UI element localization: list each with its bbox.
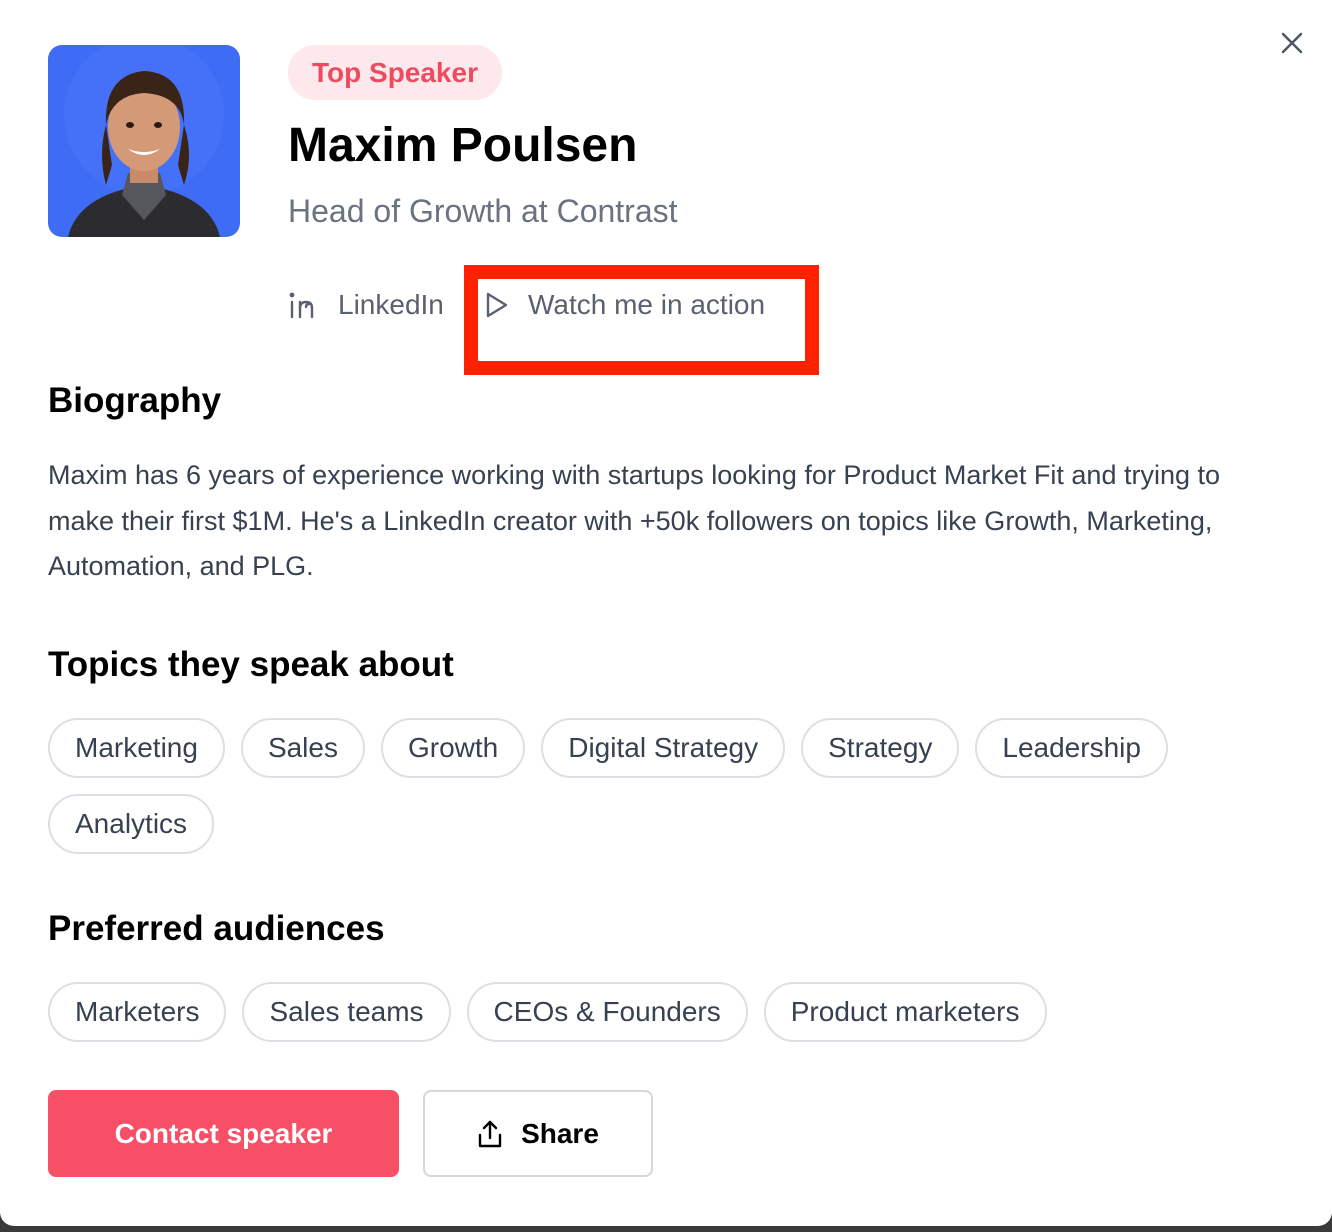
topics-list: Marketing Sales Growth Digital Strategy …	[48, 718, 1228, 854]
share-icon	[477, 1119, 503, 1149]
topic-chip-analytics[interactable]: Analytics	[48, 794, 215, 854]
contact-speaker-label: Contact speaker	[114, 1117, 333, 1149]
share-button[interactable]: Share	[423, 1090, 653, 1177]
audiences-heading: Preferred audiences	[48, 909, 385, 948]
play-icon	[484, 291, 510, 319]
topic-chip-strategy[interactable]: Strategy	[801, 718, 960, 778]
audience-chip-product-marketers[interactable]: Product marketers	[763, 982, 1047, 1042]
topic-chip-sales[interactable]: Sales	[240, 718, 365, 778]
speaker-avatar	[48, 45, 240, 237]
audiences-list: Marketers Sales teams CEOs & Founders Pr…	[48, 982, 1288, 1042]
watch-me-in-action-link[interactable]: Watch me in action	[484, 280, 765, 330]
biography-heading: Biography	[48, 381, 222, 420]
watch-me-in-action-label: Watch me in action	[528, 289, 766, 320]
audience-chip-marketers[interactable]: Marketers	[48, 982, 227, 1042]
biography-text: Maxim has 6 years of experience working …	[48, 460, 1221, 581]
speaker-name: Maxim Poulsen	[288, 119, 638, 172]
speaker-modal: Top Speaker Maxim Poulsen Head of Growth…	[0, 0, 1332, 1226]
close-icon	[1281, 32, 1303, 59]
linkedin-label: LinkedIn	[338, 289, 444, 320]
linkedin-icon	[288, 290, 320, 320]
speaker-job-title: Head of Growth at Contrast	[288, 193, 678, 229]
topic-chip-marketing[interactable]: Marketing	[48, 718, 225, 778]
close-button[interactable]	[1272, 25, 1312, 65]
topic-chip-growth[interactable]: Growth	[380, 718, 526, 778]
topics-heading: Topics they speak about	[48, 645, 454, 684]
share-label: Share	[521, 1117, 599, 1149]
linkedin-link[interactable]: LinkedIn	[288, 280, 444, 330]
audience-chip-sales-teams[interactable]: Sales teams	[242, 982, 451, 1042]
topic-chip-digital-strategy[interactable]: Digital Strategy	[541, 718, 786, 778]
topic-chip-leadership[interactable]: Leadership	[975, 718, 1168, 778]
audience-chip-ceos-founders[interactable]: CEOs & Founders	[466, 982, 748, 1042]
contact-speaker-button[interactable]: Contact speaker	[48, 1090, 399, 1177]
top-speaker-badge: Top Speaker	[288, 45, 502, 100]
